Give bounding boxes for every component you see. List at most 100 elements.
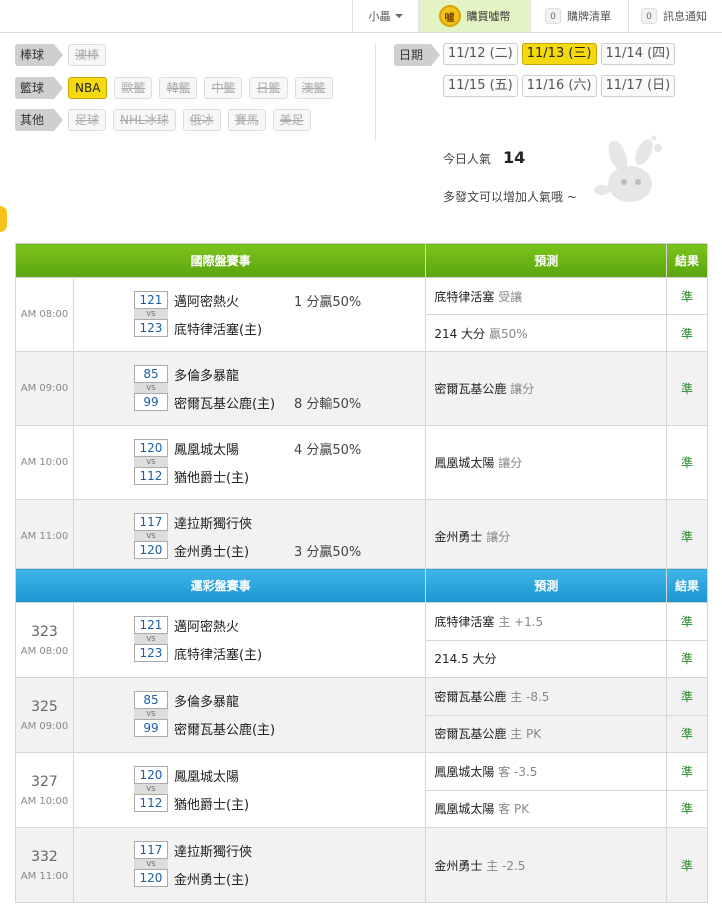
prediction-main: 鳳凰城太陽: [434, 456, 495, 470]
side-tab[interactable]: [0, 206, 7, 232]
game-row: AM 08:00 121 VS 123 邁阿密熱火 底特律活塞(主) 1 分贏50% 底特律活…: [15, 277, 708, 352]
prediction-cell: 214.5 大分: [425, 639, 668, 678]
purchase-list-count: 0: [545, 8, 561, 24]
prediction-sub: 受讓: [498, 289, 523, 304]
score-away: 117: [133, 841, 168, 859]
category-label: 棒球: [15, 44, 64, 66]
vs-label: VS: [133, 709, 168, 719]
vs-label: VS: [133, 530, 168, 541]
league-chip[interactable]: 歐籃: [114, 77, 153, 99]
result-cell: 準: [666, 714, 708, 753]
buy-coin-label: 購買噓幣: [466, 10, 511, 23]
match-note: 8 分輸50%: [293, 396, 362, 412]
team-away: 多倫多暴龍: [173, 368, 239, 384]
date-chip[interactable]: 11/13 (三): [521, 43, 597, 65]
league-chip[interactable]: 澳棒: [68, 44, 107, 66]
team-home: 底特律活塞(主): [173, 648, 263, 663]
game-time-cell: AM 10:00: [15, 425, 74, 500]
date-chip[interactable]: 11/15 (五): [443, 75, 518, 97]
prediction-sub: 主 PK: [510, 727, 542, 742]
prediction-sub: 讓分: [486, 530, 511, 544]
league-chip[interactable]: 賽馬: [227, 109, 266, 131]
messages-link[interactable]: 0 訊息通知: [628, 0, 722, 32]
matchup-cell: 121 VS 123 邁阿密熱火 底特律活塞(主) 1 分贏50%: [72, 277, 427, 352]
result-cell: 準: [666, 752, 708, 791]
prediction-main: 金州勇士: [434, 858, 483, 873]
matchup: 121 VS 123 邁阿密熱火 底特律活塞(主) 1 分贏50%: [74, 290, 425, 339]
result-cell: 準: [666, 789, 708, 828]
game-time-cell: 323 AM 08:00: [15, 602, 74, 678]
score-home: 123: [133, 644, 168, 662]
prediction-cell: 鳳凰城太陽 客 PK: [425, 789, 668, 828]
prediction-cell: 密爾瓦基公鹿 主 PK: [425, 714, 668, 753]
result-cell: 準: [666, 314, 708, 352]
prediction-main: 金州勇士: [434, 530, 483, 544]
game-time: AM 08:00: [20, 309, 69, 320]
league-chip[interactable]: 日籃: [249, 77, 288, 99]
league-chip[interactable]: 澳籃: [294, 77, 333, 99]
game-id: 327: [31, 773, 58, 790]
matchup: 120 VS 112 鳳凰城太陽 猶他爵士(主) 4 分贏50%: [74, 438, 425, 487]
score-away: 120: [133, 438, 168, 457]
prediction-cell: 密爾瓦基公鹿 讓分: [425, 351, 668, 426]
league-chip[interactable]: 足球: [68, 109, 107, 131]
score-home: 112: [133, 794, 168, 812]
game-time: AM 11:00: [20, 531, 69, 542]
prediction-cell: 金州勇士 主 -2.5: [425, 827, 668, 903]
game-row: 327 AM 10:00 120 VS 112 鳳凰城太陽 猶他爵士(主) 鳳凰城太陽 客 -…: [15, 752, 708, 828]
prediction-sub: 讓分: [510, 382, 535, 396]
date-chip[interactable]: 11/17 (日): [600, 75, 676, 97]
game-time: AM 10:00: [20, 457, 69, 468]
matchup: 117 VS 120 達拉斯獨行俠 金州勇士(主) 3 分贏50%: [74, 512, 425, 561]
lottery-res-header: 結果: [666, 568, 708, 603]
league-chip[interactable]: 中籃: [204, 77, 243, 99]
score-home: 123: [133, 318, 168, 337]
league-chip[interactable]: 俄冰: [182, 109, 221, 131]
result-cell: 準: [666, 639, 708, 678]
game-time-cell: 325 AM 09:00: [15, 677, 74, 753]
date-chip[interactable]: 11/12 (二): [443, 43, 518, 65]
matchup-cell: 120 VS 112 鳳凰城太陽 猶他爵士(主): [72, 752, 427, 828]
top-bar: 小畾 噓購買噓幣 0 購牌清單 0 訊息通知: [0, 0, 722, 33]
purchase-list-link[interactable]: 0 購牌清單: [530, 0, 628, 32]
date-chip[interactable]: 11/14 (四): [600, 43, 676, 65]
prediction-sub: 贏50%: [488, 326, 528, 341]
popularity-hint: 多發文可以增加人氣哦 ~: [443, 190, 577, 204]
league-chip[interactable]: NHL冰球: [113, 109, 176, 131]
result-cell: 準: [666, 351, 708, 426]
result-cell: 準: [666, 602, 708, 641]
prediction-main: 214 大分: [434, 326, 486, 341]
prediction-sub: 讓分: [498, 456, 523, 470]
matchup-cell: 121 VS 123 邁阿密熱火 底特律活塞(主): [72, 602, 427, 678]
result-cell: 準: [666, 677, 708, 716]
vs-label: VS: [133, 634, 168, 644]
purchase-list-label: 購牌清單: [567, 10, 611, 23]
league-chip[interactable]: NBA: [68, 77, 108, 99]
matchup: 117 VS 120 達拉斯獨行俠 金州勇士(主): [74, 841, 425, 889]
league-chip[interactable]: 美足: [272, 109, 311, 131]
date-label: 日期: [394, 44, 441, 66]
score-away: 85: [133, 691, 168, 709]
team-home: 金州勇士(主): [173, 873, 250, 888]
prediction-cell: 金州勇士 讓分: [425, 499, 668, 574]
league-chip[interactable]: 韓籃: [159, 77, 198, 99]
messages-count: 0: [641, 8, 657, 24]
game-id: 332: [31, 848, 58, 865]
divider: [375, 44, 376, 140]
category-row: 棒球 澳棒: [15, 43, 113, 67]
prediction-cell: 鳳凰城太陽 客 -3.5: [425, 752, 668, 791]
date-chip[interactable]: 11/16 (六): [521, 75, 597, 97]
prediction-sub: 主 +1.5: [498, 614, 544, 629]
team-away: 邁阿密熱火: [173, 620, 239, 635]
game-time-cell: 327 AM 10:00: [15, 752, 74, 828]
prediction-main: 密爾瓦基公鹿: [434, 689, 507, 704]
buy-coin-button[interactable]: 噓購買噓幣: [418, 0, 530, 32]
vs-label: VS: [133, 382, 168, 393]
mascot-icon: [594, 135, 662, 202]
score-home: 99: [133, 719, 168, 737]
category-row: 籃球 NBA 歐籃 韓籃 中籃 日籃 澳籃: [15, 76, 340, 100]
team-home: 密爾瓦基公鹿(主): [173, 396, 276, 412]
team-away: 鳳凰城太陽: [173, 442, 239, 458]
user-menu[interactable]: 小畾: [352, 0, 418, 32]
prediction-cell: 底特律活塞 受讓: [425, 277, 668, 315]
